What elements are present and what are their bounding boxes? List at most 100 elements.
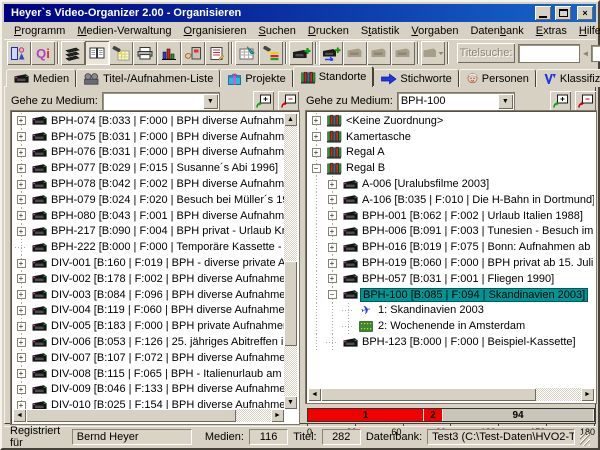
expand-plus-icon[interactable]: + bbox=[328, 195, 337, 204]
tree-row[interactable]: 2: Wochenende in Amsterdam bbox=[308, 318, 594, 334]
scroll-thumb[interactable] bbox=[321, 388, 536, 401]
protokoll-button[interactable] bbox=[205, 41, 229, 65]
expand-plus-icon[interactable]: + bbox=[312, 132, 321, 141]
tab-titel-aufnahmen-liste[interactable]: Titel-/Aufnahmen-Liste bbox=[76, 69, 220, 87]
tree-row[interactable]: +BPH-057 [B:031 | F:001 | Fliegen 1990] bbox=[308, 271, 594, 287]
tree-row[interactable]: +BPH-078 [B:042 | F:002 | BPH diverse Au… bbox=[13, 176, 284, 192]
tree-row[interactable]: +BPH-076 [B:031 | F:000 | BPH diverse Au… bbox=[13, 145, 284, 161]
vertical-scrollbar[interactable]: ▲ ▼ bbox=[284, 113, 297, 409]
expand-plus-icon[interactable]: + bbox=[17, 274, 26, 283]
maximize-button[interactable] bbox=[555, 6, 571, 20]
menu-item-programm[interactable]: Programm bbox=[8, 25, 71, 37]
tree-row[interactable]: +DIV-010 [B:025 | F:154 | BPH diverse Au… bbox=[13, 397, 284, 409]
expand-plus-icon[interactable]: + bbox=[17, 132, 26, 141]
expand-plus-icon[interactable]: + bbox=[17, 369, 26, 378]
statistik-button[interactable] bbox=[157, 41, 181, 65]
tree-row[interactable]: +BPH-079 [B:024 | F:020 | Besuch bei Mül… bbox=[13, 192, 284, 208]
expand-plus-icon[interactable]: + bbox=[17, 385, 26, 394]
tree-row[interactable]: −Regal B bbox=[308, 160, 594, 176]
medium-neu-button[interactable] bbox=[289, 41, 313, 65]
expand-all-button[interactable] bbox=[550, 91, 571, 111]
expand-plus-icon[interactable]: + bbox=[17, 353, 26, 362]
tree-row[interactable]: +A-006 [Uralubsfilme 2003] bbox=[308, 176, 594, 192]
quickinfo-button[interactable]: Qi bbox=[31, 41, 55, 65]
tree-row[interactable]: ✈1: Skandinavien 2003 bbox=[308, 303, 594, 319]
expand-plus-icon[interactable]: + bbox=[328, 243, 337, 252]
drucken-button[interactable] bbox=[133, 41, 157, 65]
scroll-left-arrow[interactable]: ◄ bbox=[13, 409, 26, 422]
expand-plus-icon[interactable]: + bbox=[17, 306, 26, 315]
scroll-left-arrow[interactable]: ◄ bbox=[308, 388, 321, 401]
tree-row[interactable]: +DIV-004 [B:119 | F:060 | BPH diverse Au… bbox=[13, 303, 284, 319]
tree-row[interactable]: +BPH-006 [B:091 | F:003 | Tunesien - Bes… bbox=[308, 224, 594, 240]
tree-row[interactable]: +DIV-009 [B:046 | F:133 | BPH diverse Au… bbox=[13, 382, 284, 398]
expand-plus-icon[interactable]: + bbox=[17, 116, 26, 125]
tree-row[interactable]: +BPH-075 [B:031 | F:000 | BPH diverse Au… bbox=[13, 129, 284, 145]
medium-menu-button[interactable] bbox=[421, 41, 445, 65]
farb-suche-button[interactable] bbox=[259, 41, 283, 65]
tab-standorte[interactable]: Standorte bbox=[293, 66, 374, 87]
scroll-right-arrow[interactable]: ► bbox=[581, 388, 594, 401]
scroll-down-arrow[interactable]: ▼ bbox=[284, 396, 297, 409]
tree-row[interactable]: +DIV-006 [B:053 | F:126 | 25. jähriges A… bbox=[13, 334, 284, 350]
expand-plus-icon[interactable]: + bbox=[312, 116, 321, 125]
expand-plus-icon[interactable]: + bbox=[328, 211, 337, 220]
tree-row[interactable]: +BPH-217 [B:090 | F:004 | BPH privat - U… bbox=[13, 224, 284, 240]
scroll-up-arrow[interactable]: ▲ bbox=[284, 113, 297, 126]
tree-row[interactable]: −BPH-100 [B:085 | F:094 | Skandinavien 2… bbox=[308, 287, 594, 303]
collapse-all-button[interactable] bbox=[575, 91, 596, 111]
tree-row[interactable]: +A-106 [B:035 | F:010 | Die H-Bahn in Do… bbox=[308, 192, 594, 208]
tree-row[interactable]: +<Keine Zuordnung> bbox=[308, 113, 594, 129]
horizontal-scrollbar[interactable]: ◄ ► bbox=[13, 409, 284, 422]
expand-plus-icon[interactable]: + bbox=[17, 259, 26, 268]
expand-plus-icon[interactable]: + bbox=[17, 195, 26, 204]
menu-item-hilfe[interactable]: Hilfe bbox=[573, 25, 600, 37]
tree-row[interactable]: +DIV-002 [B:178 | F:002 | BPH diverse Au… bbox=[13, 271, 284, 287]
expand-plus-icon[interactable]: + bbox=[312, 148, 321, 157]
minimize-button[interactable] bbox=[535, 6, 551, 20]
tree-row[interactable]: +Kamertasche bbox=[308, 129, 594, 145]
expand-plus-icon[interactable]: + bbox=[17, 227, 26, 236]
tab-medien[interactable]: Medien bbox=[6, 69, 76, 87]
menu-item-drucken[interactable]: Drucken bbox=[302, 25, 355, 37]
tab-projekte[interactable]: Projekte bbox=[220, 69, 292, 87]
tree-row[interactable]: +BPH-080 [B:043 | F:001 | BPH diverse Au… bbox=[13, 208, 284, 224]
expand-plus-icon[interactable]: + bbox=[17, 338, 26, 347]
tree-row[interactable]: +DIV-003 [B:084 | F:096 | BPH diverse Au… bbox=[13, 287, 284, 303]
tree-row[interactable]: BPH-222 [B:000 | F:000 | Temporäre Kasse… bbox=[13, 239, 284, 255]
collapse-minus-icon[interactable]: − bbox=[312, 164, 321, 173]
medien-verwaltung-button[interactable] bbox=[61, 41, 85, 65]
expand-plus-icon[interactable]: + bbox=[17, 211, 26, 220]
expand-plus-icon[interactable]: + bbox=[328, 180, 337, 189]
collapse-all-button[interactable] bbox=[278, 91, 299, 111]
menu-item-extras[interactable]: Extras bbox=[530, 25, 573, 37]
tree-row[interactable]: +DIV-001 [B:160 | F:019 | BPH - diverse … bbox=[13, 255, 284, 271]
tree-row[interactable]: +BPH-077 [B:029 | F:015 | Susanne´s Abi … bbox=[13, 160, 284, 176]
tab-klassifizierungen[interactable]: Klassifizierungen bbox=[536, 69, 600, 87]
medium-kopieren-button[interactable] bbox=[343, 41, 367, 65]
tab-stichworte[interactable]: Stichworte bbox=[373, 69, 458, 87]
medium-verschieben-button[interactable] bbox=[367, 41, 391, 65]
tree-row[interactable]: +BPH-074 [B:033 | F:000 | BPH diverse Au… bbox=[13, 113, 284, 129]
prev-record-button[interactable]: ◄ bbox=[580, 49, 591, 58]
expand-plus-icon[interactable]: + bbox=[328, 274, 337, 283]
tree-row[interactable]: +DIV-005 [B:183 | F:000 | BPH private Au… bbox=[13, 318, 284, 334]
expand-plus-icon[interactable]: + bbox=[17, 148, 26, 157]
menu-item-organisieren[interactable]: Organisieren bbox=[178, 25, 253, 37]
tree-row[interactable]: +BPH-019 [B:060 | F:000 | BPH privat ab … bbox=[308, 255, 594, 271]
tabellen-button[interactable] bbox=[235, 41, 259, 65]
expand-all-button[interactable] bbox=[253, 91, 274, 111]
expand-plus-icon[interactable]: + bbox=[17, 322, 26, 331]
scroll-right-arrow[interactable]: ► bbox=[271, 409, 284, 422]
horizontal-scrollbar[interactable]: ◄ ► bbox=[308, 388, 594, 401]
tree-row[interactable]: +Regal A bbox=[308, 145, 594, 161]
organisieren-button[interactable] bbox=[85, 41, 109, 65]
close-button[interactable]: × bbox=[577, 6, 593, 20]
menu-item-statistik[interactable]: Statistik bbox=[355, 25, 406, 37]
titelsuche-button[interactable]: Titelsuche: bbox=[457, 43, 515, 63]
expand-plus-icon[interactable]: + bbox=[328, 227, 337, 236]
tab-personen[interactable]: Personen bbox=[459, 69, 536, 87]
titelsuche-input[interactable] bbox=[518, 44, 580, 63]
tree-row[interactable]: +DIV-008 [B:115 | F:065 | BPH - Italienu… bbox=[13, 366, 284, 382]
expand-plus-icon[interactable]: + bbox=[17, 290, 26, 299]
